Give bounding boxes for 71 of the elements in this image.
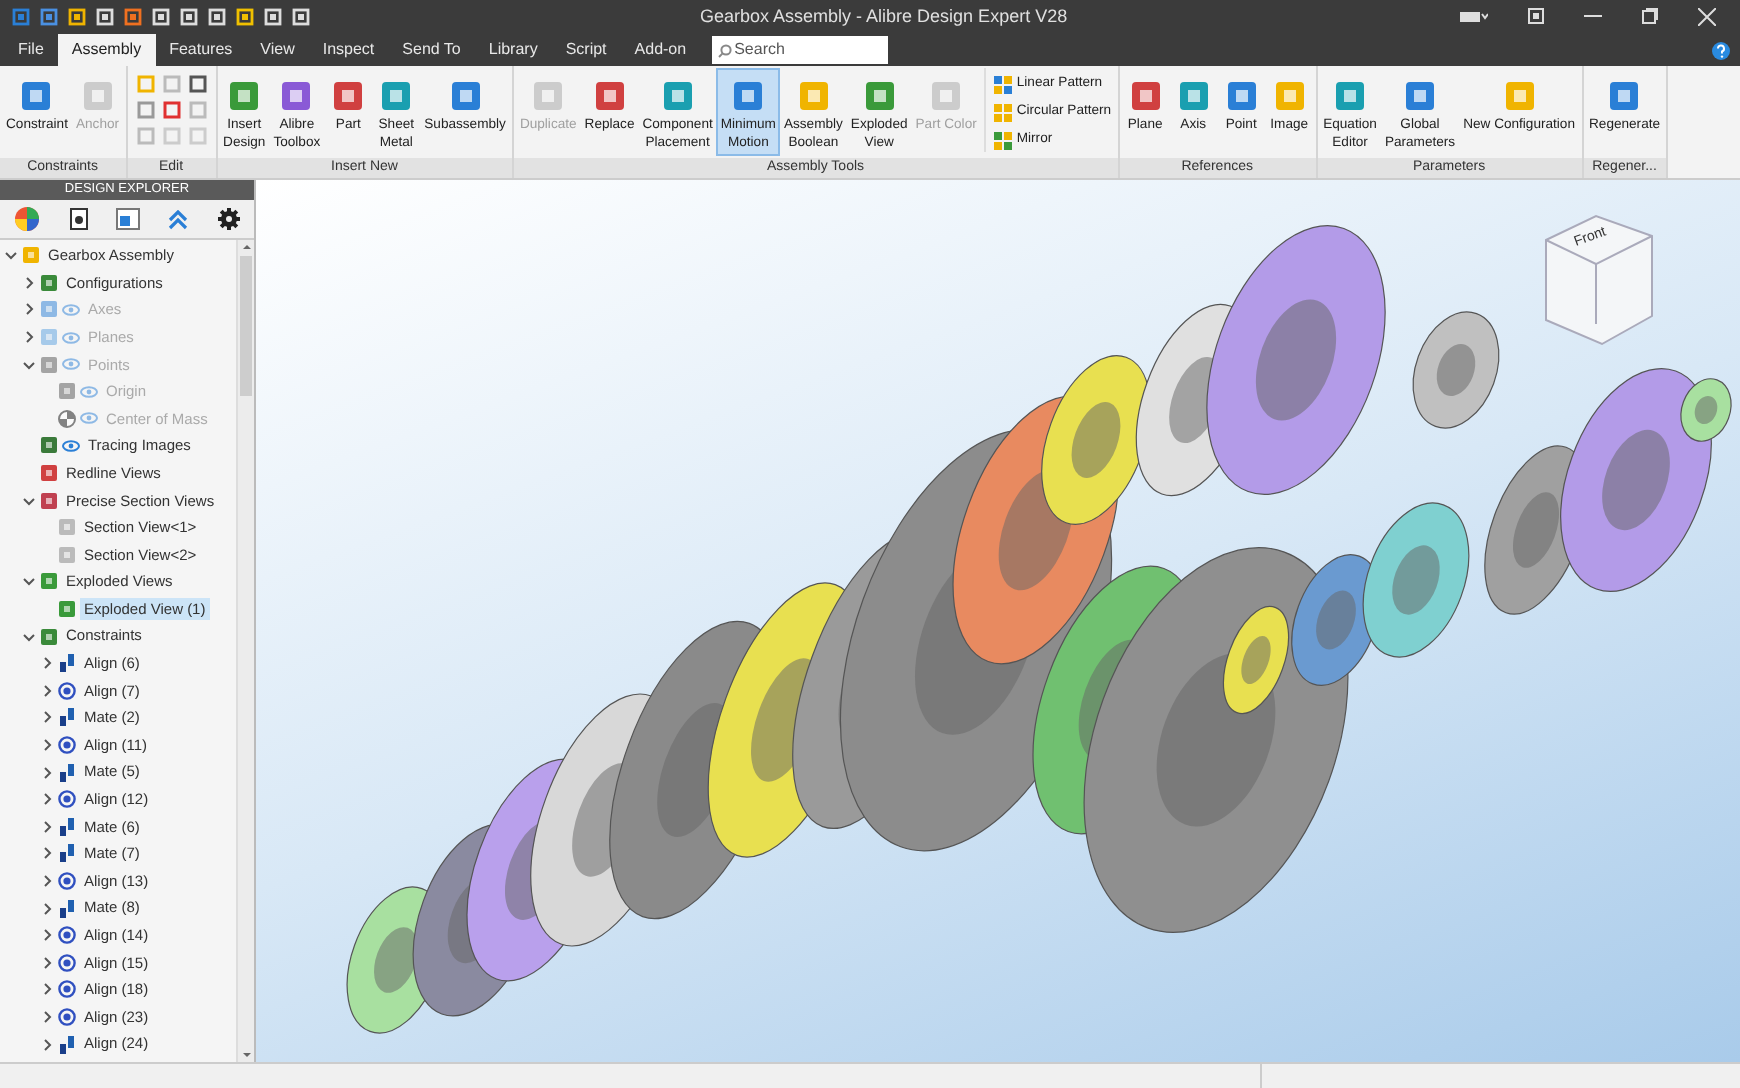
scroll-thumb[interactable] [240, 256, 252, 396]
restore-icon[interactable] [1528, 8, 1544, 24]
mate-icon [58, 1035, 76, 1054]
chevron-right-icon[interactable] [40, 928, 54, 943]
tool-icon [187, 74, 208, 94]
menu-tab[interactable]: File [4, 34, 58, 66]
chevron-right-icon[interactable] [40, 765, 54, 780]
target-icon [58, 735, 76, 754]
pattern-icon [994, 103, 1013, 121]
menu-tab[interactable]: Assembly [57, 34, 156, 66]
chevron-right-icon[interactable] [40, 846, 54, 861]
tool-icon [161, 100, 182, 120]
search-icon [718, 44, 733, 58]
mate-icon [58, 763, 76, 782]
color-wheel-icon[interactable] [14, 206, 41, 232]
target-icon [58, 681, 76, 700]
menu-tab[interactable]: Add-on [620, 34, 701, 66]
scrollbar[interactable] [236, 240, 254, 1062]
menu-tab[interactable]: Features [155, 34, 247, 66]
pattern-icon [994, 75, 1013, 93]
menu-tab[interactable]: Send To [388, 34, 475, 66]
mate-icon [58, 844, 76, 863]
pattern-icon [994, 131, 1013, 149]
tool-icon [161, 74, 182, 94]
tool-icon [187, 100, 208, 120]
menu-tab[interactable]: Inspect [308, 34, 389, 66]
chevron-right-icon[interactable] [40, 656, 54, 671]
edit-tool-button[interactable] [161, 100, 182, 120]
chevron-right-icon[interactable] [40, 737, 54, 752]
chevron-down-icon[interactable] [4, 248, 18, 263]
tool-icon [135, 126, 156, 146]
mate-icon [58, 654, 76, 673]
chevron-right-icon[interactable] [40, 819, 54, 834]
menu-tab[interactable]: Library [474, 34, 552, 66]
close-icon[interactable] [1698, 7, 1716, 25]
tool-icon [161, 126, 182, 146]
help-icon[interactable] [1712, 42, 1730, 60]
edit-tool-button[interactable] [187, 74, 208, 94]
chevron-down-icon[interactable] [22, 629, 36, 644]
chevron-right-icon[interactable] [40, 982, 54, 997]
eye-icon[interactable] [62, 439, 80, 452]
window-title: Gearbox Assembly - Alibre Design Expert V28 [700, 4, 1068, 30]
gear-icon[interactable] [217, 208, 240, 230]
target-icon [58, 871, 76, 890]
chevron-right-icon[interactable] [22, 275, 36, 290]
minimize-icon[interactable] [1584, 14, 1602, 18]
chevron-right-icon[interactable] [40, 710, 54, 725]
tool-icon [135, 100, 156, 120]
mate-icon [58, 708, 76, 727]
chevron-right-icon[interactable] [40, 873, 54, 888]
tool-icon [135, 74, 156, 94]
menu-tab[interactable]: Script [551, 34, 621, 66]
tool-icon [1400, 76, 1440, 116]
maximize-icon[interactable] [1642, 8, 1658, 24]
chevron-right-icon[interactable] [40, 955, 54, 970]
chevron-right-icon[interactable] [40, 1009, 54, 1024]
search-field[interactable]: Search [712, 36, 889, 64]
chevron-right-icon[interactable] [40, 683, 54, 698]
mate-icon [58, 899, 76, 918]
document-icon[interactable] [69, 208, 88, 230]
tool-icon [187, 126, 208, 146]
chevron-down-icon[interactable] [22, 574, 36, 589]
chevron-right-icon[interactable] [40, 1037, 54, 1052]
center-of-mass-icon [58, 409, 76, 428]
chevrons-up-icon[interactable] [168, 209, 189, 229]
mate-icon [58, 817, 76, 836]
menu-tab[interactable]: View [246, 34, 309, 66]
target-icon [58, 790, 76, 809]
chevron-down-icon[interactable] [22, 493, 36, 508]
chevron-right-icon[interactable] [40, 901, 54, 916]
chevron-right-icon[interactable] [40, 792, 54, 807]
